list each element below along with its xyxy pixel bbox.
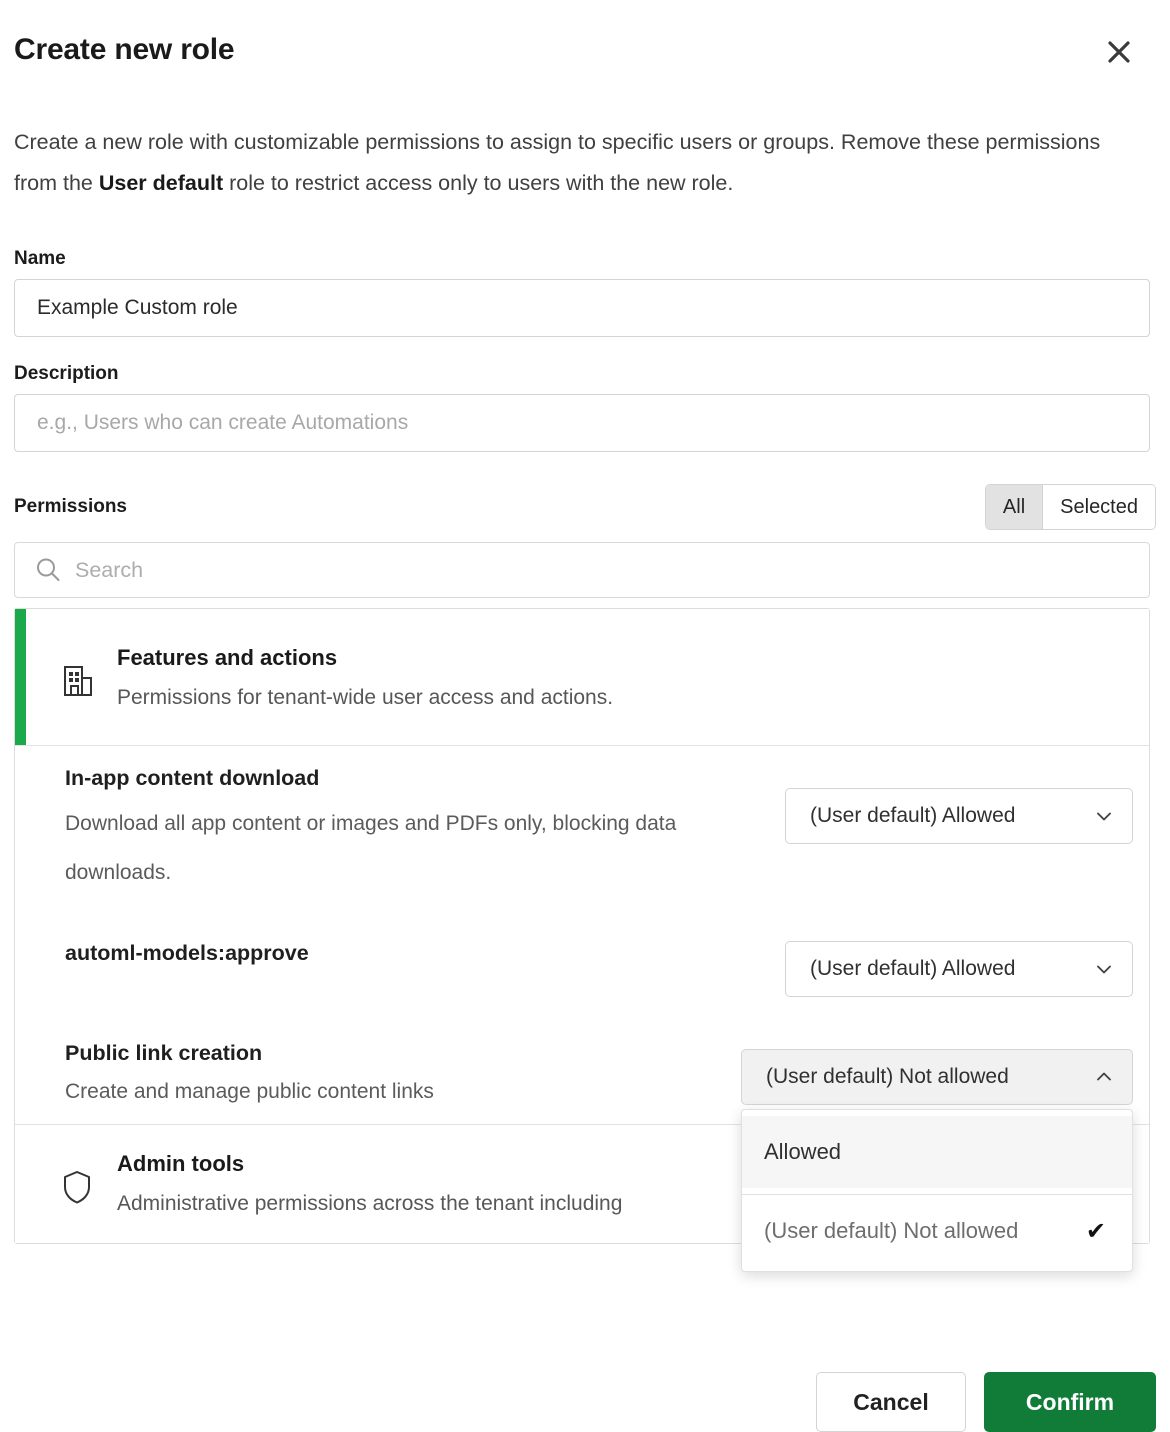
permissions-panel: Features and actions Permissions for ten… <box>14 608 1150 1244</box>
search-input[interactable] <box>75 558 1149 583</box>
permission-control: (User default) Not allowed Allowed <box>741 1041 1133 1105</box>
permission-group-features-and-actions[interactable]: Features and actions Permissions for ten… <box>15 609 1149 745</box>
filter-all-button[interactable]: All <box>986 485 1042 529</box>
permission-info: In-app content download Download all app… <box>65 766 785 897</box>
filter-selected-button[interactable]: Selected <box>1042 485 1155 529</box>
permission-description: Create and manage public content links <box>65 1074 685 1110</box>
permission-info: automl-models:approve <box>65 941 785 966</box>
dialog-header: Create new role <box>14 0 1156 100</box>
building-icon <box>49 645 105 701</box>
description-field-group: Description <box>14 363 1156 452</box>
cancel-button[interactable]: Cancel <box>816 1372 966 1432</box>
dropdown-value: (User default) Allowed <box>810 804 1015 828</box>
description-input[interactable] <box>14 394 1150 452</box>
permissions-header: Permissions All Selected <box>14 484 1156 530</box>
confirm-button[interactable]: Confirm <box>984 1372 1156 1432</box>
permissions-label: Permissions <box>14 496 127 518</box>
permission-name: In-app content download <box>65 766 761 791</box>
permission-name: Public link creation <box>65 1041 717 1066</box>
group-subtitle: Permissions for tenant-wide user access … <box>117 683 1149 713</box>
dropdown-trigger[interactable]: (User default) Allowed <box>785 788 1133 844</box>
check-icon: ✔ <box>1086 1217 1106 1246</box>
chevron-down-icon <box>1094 806 1114 826</box>
name-field-group: Name <box>14 248 1156 337</box>
dropdown-option-not-allowed[interactable]: (User default) Not allowed ✔ <box>742 1195 1132 1267</box>
permissions-search[interactable] <box>14 542 1150 598</box>
group-title: Features and actions <box>117 645 1149 671</box>
dropdown-value: (User default) Not allowed <box>766 1065 1009 1089</box>
dropdown-trigger[interactable]: (User default) Allowed <box>785 941 1133 997</box>
dropdown-in-app-content-download: (User default) Allowed <box>785 788 1133 844</box>
permission-description: Download all app content or images and P… <box>65 799 685 897</box>
permissions-filter-toggle: All Selected <box>985 484 1156 530</box>
option-label: Allowed <box>764 1139 841 1165</box>
dropdown-menu: Allowed (User default) Not allowed ✔ <box>741 1109 1133 1272</box>
permission-name: automl-models:approve <box>65 941 761 966</box>
dialog-description: Create a new role with customizable perm… <box>14 122 1124 204</box>
permission-row-in-app-content-download: In-app content download Download all app… <box>15 746 1149 915</box>
option-label: (User default) Not allowed <box>764 1218 1018 1244</box>
permission-info: Public link creation Create and manage p… <box>65 1041 741 1110</box>
description-label: Description <box>14 363 1156 385</box>
dropdown-trigger[interactable]: (User default) Not allowed <box>741 1049 1133 1105</box>
permission-row-public-link-creation: Public link creation Create and manage p… <box>15 1023 1149 1124</box>
search-icon <box>33 555 63 585</box>
page-title: Create new role <box>14 33 234 67</box>
group-text: Features and actions Permissions for ten… <box>117 645 1149 713</box>
dropdown-automl-models-approve: (User default) Allowed <box>785 941 1133 997</box>
chevron-down-icon <box>1094 959 1114 979</box>
permission-control: (User default) Allowed <box>785 766 1133 844</box>
dropdown-value: (User default) Allowed <box>810 957 1015 981</box>
description-bold-role: User default <box>99 171 223 195</box>
create-role-dialog: Create new role Create a new role with c… <box>0 0 1170 1432</box>
permission-row-automl-models-approve: automl-models:approve (User default) All… <box>15 915 1149 1023</box>
name-input[interactable] <box>14 279 1150 337</box>
chevron-up-icon <box>1094 1067 1114 1087</box>
shield-icon <box>49 1151 105 1207</box>
description-text-2: role to restrict access only to users wi… <box>223 171 733 195</box>
dialog-footer: Cancel Confirm <box>816 1372 1156 1432</box>
dropdown-option-allowed[interactable]: Allowed <box>742 1116 1132 1188</box>
permission-control: (User default) Allowed <box>785 941 1133 997</box>
dropdown-public-link-creation: (User default) Not allowed Allowed <box>741 1049 1133 1105</box>
name-label: Name <box>14 248 1156 270</box>
close-icon[interactable] <box>1100 33 1138 71</box>
